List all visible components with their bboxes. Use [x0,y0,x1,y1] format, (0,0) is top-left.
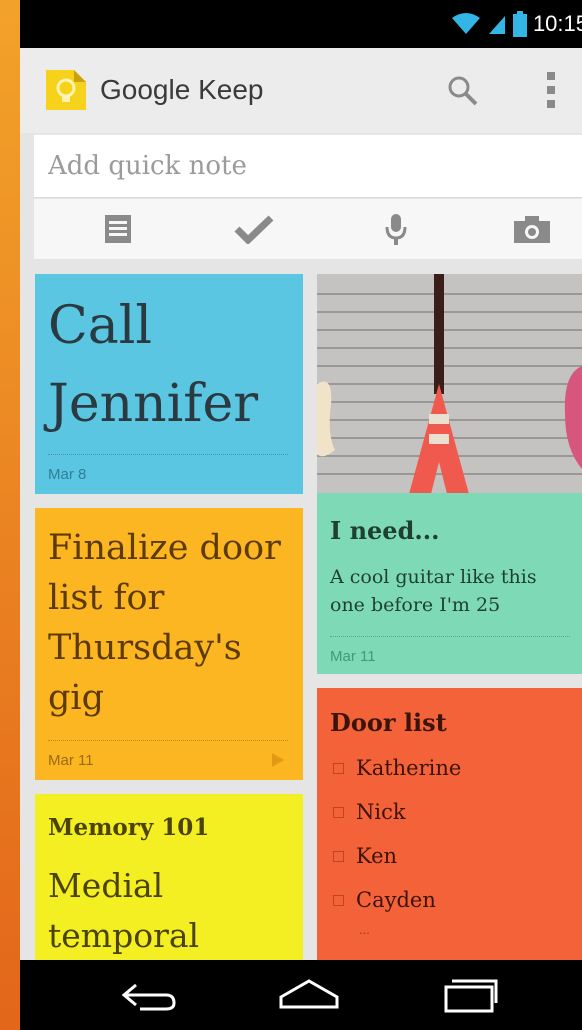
note-title-line: Call [48,296,153,356]
divider [330,636,570,637]
note-finalize-door-list[interactable]: Finalize door list for Thursday's gig Ma… [35,508,303,780]
note-body-line: Finalize door [48,528,281,568]
checklist-item[interactable]: Cayden [333,888,436,912]
wifi-icon [451,13,480,34]
checklist-item-label: Katherine [356,756,462,780]
overflow-menu-icon[interactable] [544,70,558,110]
back-icon[interactable] [120,975,178,1015]
home-icon[interactable] [278,975,340,1015]
checklist-item[interactable]: Katherine [333,756,461,780]
note-door-list[interactable]: Door list Katherine Nick Ken Cayden ... [317,688,582,960]
note-body-line: Thursday's [48,628,242,668]
text-note-button[interactable] [98,211,138,247]
note-body-line: one before I'm 25 [330,594,501,616]
checkmark-icon [234,215,274,244]
navigation-bar [20,960,582,1030]
checklist-button[interactable] [234,211,274,247]
note-date: Mar 8 [48,466,87,483]
note-call-jennifer[interactable]: Call Jennifer Mar 8 [35,274,303,494]
checklist-item[interactable]: Nick [333,800,406,824]
note-title: I need... [330,516,440,545]
photo-note-button[interactable] [512,211,552,247]
note-title: Memory 101 [48,814,210,841]
note-type-toolbar [34,199,582,259]
divider [48,740,288,741]
more-items-indicator: ... [359,922,370,937]
microphone-icon [385,214,407,245]
camera-icon [514,216,550,243]
checkbox-icon[interactable] [333,806,344,818]
recent-apps-icon[interactable] [442,975,498,1015]
note-memory-101[interactable]: Memory 101 Medial temporal [35,794,303,960]
checklist-item-label: Cayden [356,888,436,912]
divider [48,454,288,455]
note-body-line: Medial [48,866,164,905]
battery-icon [512,11,527,37]
checklist-item[interactable]: Ken [333,844,397,868]
note-i-need-guitar[interactable]: I need... A cool guitar like this one be… [317,274,582,674]
checklist-item-label: Ken [356,844,398,868]
note-title-line: Jennifer [48,374,259,434]
note-date: Mar 11 [48,752,94,769]
reminder-arrow-icon [272,753,284,767]
checkbox-icon[interactable] [333,762,344,774]
quick-note-input[interactable] [34,135,568,197]
status-clock: 10:15 [532,11,582,36]
note-title: Door list [330,708,447,737]
checklist-item-label: Nick [356,800,406,824]
note-body-line: list for [48,578,165,618]
phone-screen: 10:15 Google Keep Add quick note Call Je… [20,0,582,1030]
note-body-line: gig [48,678,105,718]
note-body-line: temporal [48,916,200,955]
checkbox-icon[interactable] [333,850,344,862]
note-body-line: A cool guitar like this [330,566,537,588]
checkbox-icon[interactable] [333,894,344,906]
note-date: Mar 11 [330,648,376,665]
search-icon[interactable] [446,74,480,108]
quick-note-bar [34,135,582,198]
action-bar: Google Keep [20,48,582,133]
keep-logo-icon[interactable] [44,68,88,112]
status-bar: 10:15 [20,0,582,48]
text-note-icon [105,215,131,243]
voice-note-button[interactable] [376,211,416,247]
app-title: Google Keep [100,74,264,105]
guitar-photo [317,274,582,493]
status-icons: 10:15 [451,0,582,48]
signal-icon [488,16,505,34]
